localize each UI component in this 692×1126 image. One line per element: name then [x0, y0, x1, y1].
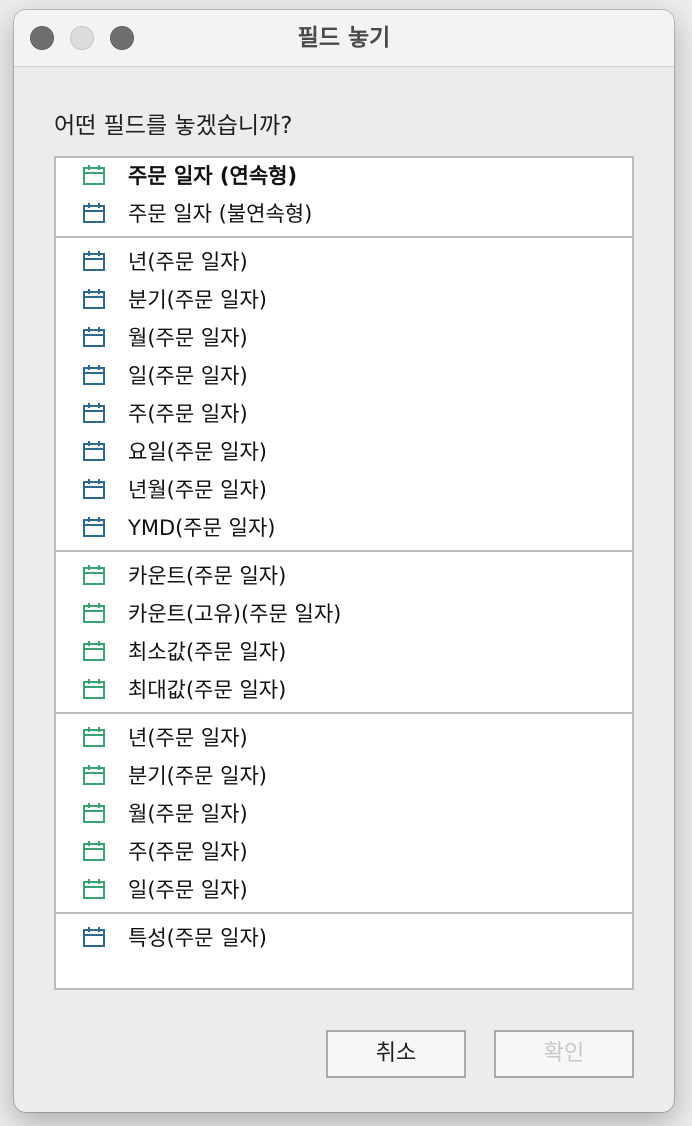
- window-title: 필드 놓기: [297, 25, 391, 51]
- calendar-icon: [82, 764, 106, 786]
- calendar-icon: [82, 202, 106, 224]
- list-item-label: 년(주문 일자): [128, 726, 248, 750]
- list-item[interactable]: 주(주문 일자): [56, 396, 632, 432]
- list-separator: [56, 236, 632, 238]
- list-item[interactable]: 분기(주문 일자): [56, 282, 632, 318]
- list-item-label: 주(주문 일자): [128, 402, 248, 426]
- list-item[interactable]: 주문 일자 (연속형): [56, 158, 632, 194]
- list-item-label: 카운트(주문 일자): [128, 564, 287, 588]
- list-item[interactable]: 최소값(주문 일자): [56, 634, 632, 670]
- list-item-label: 카운트(고유)(주문 일자): [128, 602, 342, 626]
- list-item-label: 최대값(주문 일자): [128, 678, 287, 702]
- list-item[interactable]: 요일(주문 일자): [56, 434, 632, 470]
- dialog-prompt: 어떤 필드를 놓겠습니까?: [54, 113, 293, 139]
- list-item-label: 주문 일자 (연속형): [128, 164, 298, 188]
- list-item[interactable]: 일(주문 일자): [56, 358, 632, 394]
- calendar-icon: [82, 802, 106, 824]
- list-separator: [56, 712, 632, 714]
- calendar-icon: [82, 840, 106, 862]
- list-item[interactable]: 월(주문 일자): [56, 796, 632, 832]
- ok-button[interactable]: 확인: [494, 1030, 634, 1078]
- list-item[interactable]: 주문 일자 (불연속형): [56, 196, 632, 232]
- list-item[interactable]: 년(주문 일자): [56, 720, 632, 756]
- list-item[interactable]: YMD(주문 일자): [56, 510, 632, 546]
- list-item-label: 일(주문 일자): [128, 364, 248, 388]
- calendar-icon: [82, 440, 106, 462]
- calendar-icon: [82, 726, 106, 748]
- list-item-label: 년(주문 일자): [128, 250, 248, 274]
- list-item[interactable]: 분기(주문 일자): [56, 758, 632, 794]
- list-item-label: 년월(주문 일자): [128, 478, 267, 502]
- list-item[interactable]: 년(주문 일자): [56, 244, 632, 280]
- calendar-icon: [82, 288, 106, 310]
- calendar-icon: [82, 640, 106, 662]
- list-item[interactable]: 주(주문 일자): [56, 834, 632, 870]
- calendar-icon: [82, 402, 106, 424]
- list-item-label: 요일(주문 일자): [128, 440, 267, 464]
- list-item[interactable]: 카운트(주문 일자): [56, 558, 632, 594]
- drop-field-dialog: 필드 놓기 어떤 필드를 놓겠습니까? 주문 일자 (연속형) 주문 일자 (불연…: [14, 10, 674, 1112]
- list-item[interactable]: 최대값(주문 일자): [56, 672, 632, 708]
- list-item-label: 일(주문 일자): [128, 878, 248, 902]
- calendar-icon: [82, 516, 106, 538]
- list-item-label: 분기(주문 일자): [128, 288, 267, 312]
- calendar-icon: [82, 926, 106, 948]
- cancel-button[interactable]: 취소: [326, 1030, 466, 1078]
- list-item-label: 주(주문 일자): [128, 840, 248, 864]
- calendar-icon: [82, 678, 106, 700]
- list-item-label: 최소값(주문 일자): [128, 640, 287, 664]
- list-item-label: 특성(주문 일자): [128, 926, 267, 950]
- list-item-label: 월(주문 일자): [128, 326, 248, 350]
- calendar-icon: [82, 564, 106, 586]
- list-separator: [56, 550, 632, 552]
- list-separator: [56, 912, 632, 914]
- list-item[interactable]: 일(주문 일자): [56, 872, 632, 908]
- calendar-icon: [82, 164, 106, 186]
- calendar-icon: [82, 602, 106, 624]
- list-item-label: 주문 일자 (불연속형): [128, 202, 313, 226]
- list-item[interactable]: 월(주문 일자): [56, 320, 632, 356]
- list-item-label: 분기(주문 일자): [128, 764, 267, 788]
- calendar-icon: [82, 364, 106, 386]
- calendar-icon: [82, 878, 106, 900]
- list-item-label: YMD(주문 일자): [128, 516, 276, 540]
- field-options-list[interactable]: 주문 일자 (연속형) 주문 일자 (불연속형) 년(주문 일자) 분기(주문 일자)…: [54, 156, 634, 990]
- list-item[interactable]: 특성(주문 일자): [56, 920, 632, 956]
- list-item[interactable]: 카운트(고유)(주문 일자): [56, 596, 632, 632]
- list-item[interactable]: 년월(주문 일자): [56, 472, 632, 508]
- calendar-icon: [82, 326, 106, 348]
- title-bar[interactable]: 필드 놓기: [14, 10, 674, 67]
- calendar-icon: [82, 250, 106, 272]
- list-item-label: 월(주문 일자): [128, 802, 248, 826]
- calendar-icon: [82, 478, 106, 500]
